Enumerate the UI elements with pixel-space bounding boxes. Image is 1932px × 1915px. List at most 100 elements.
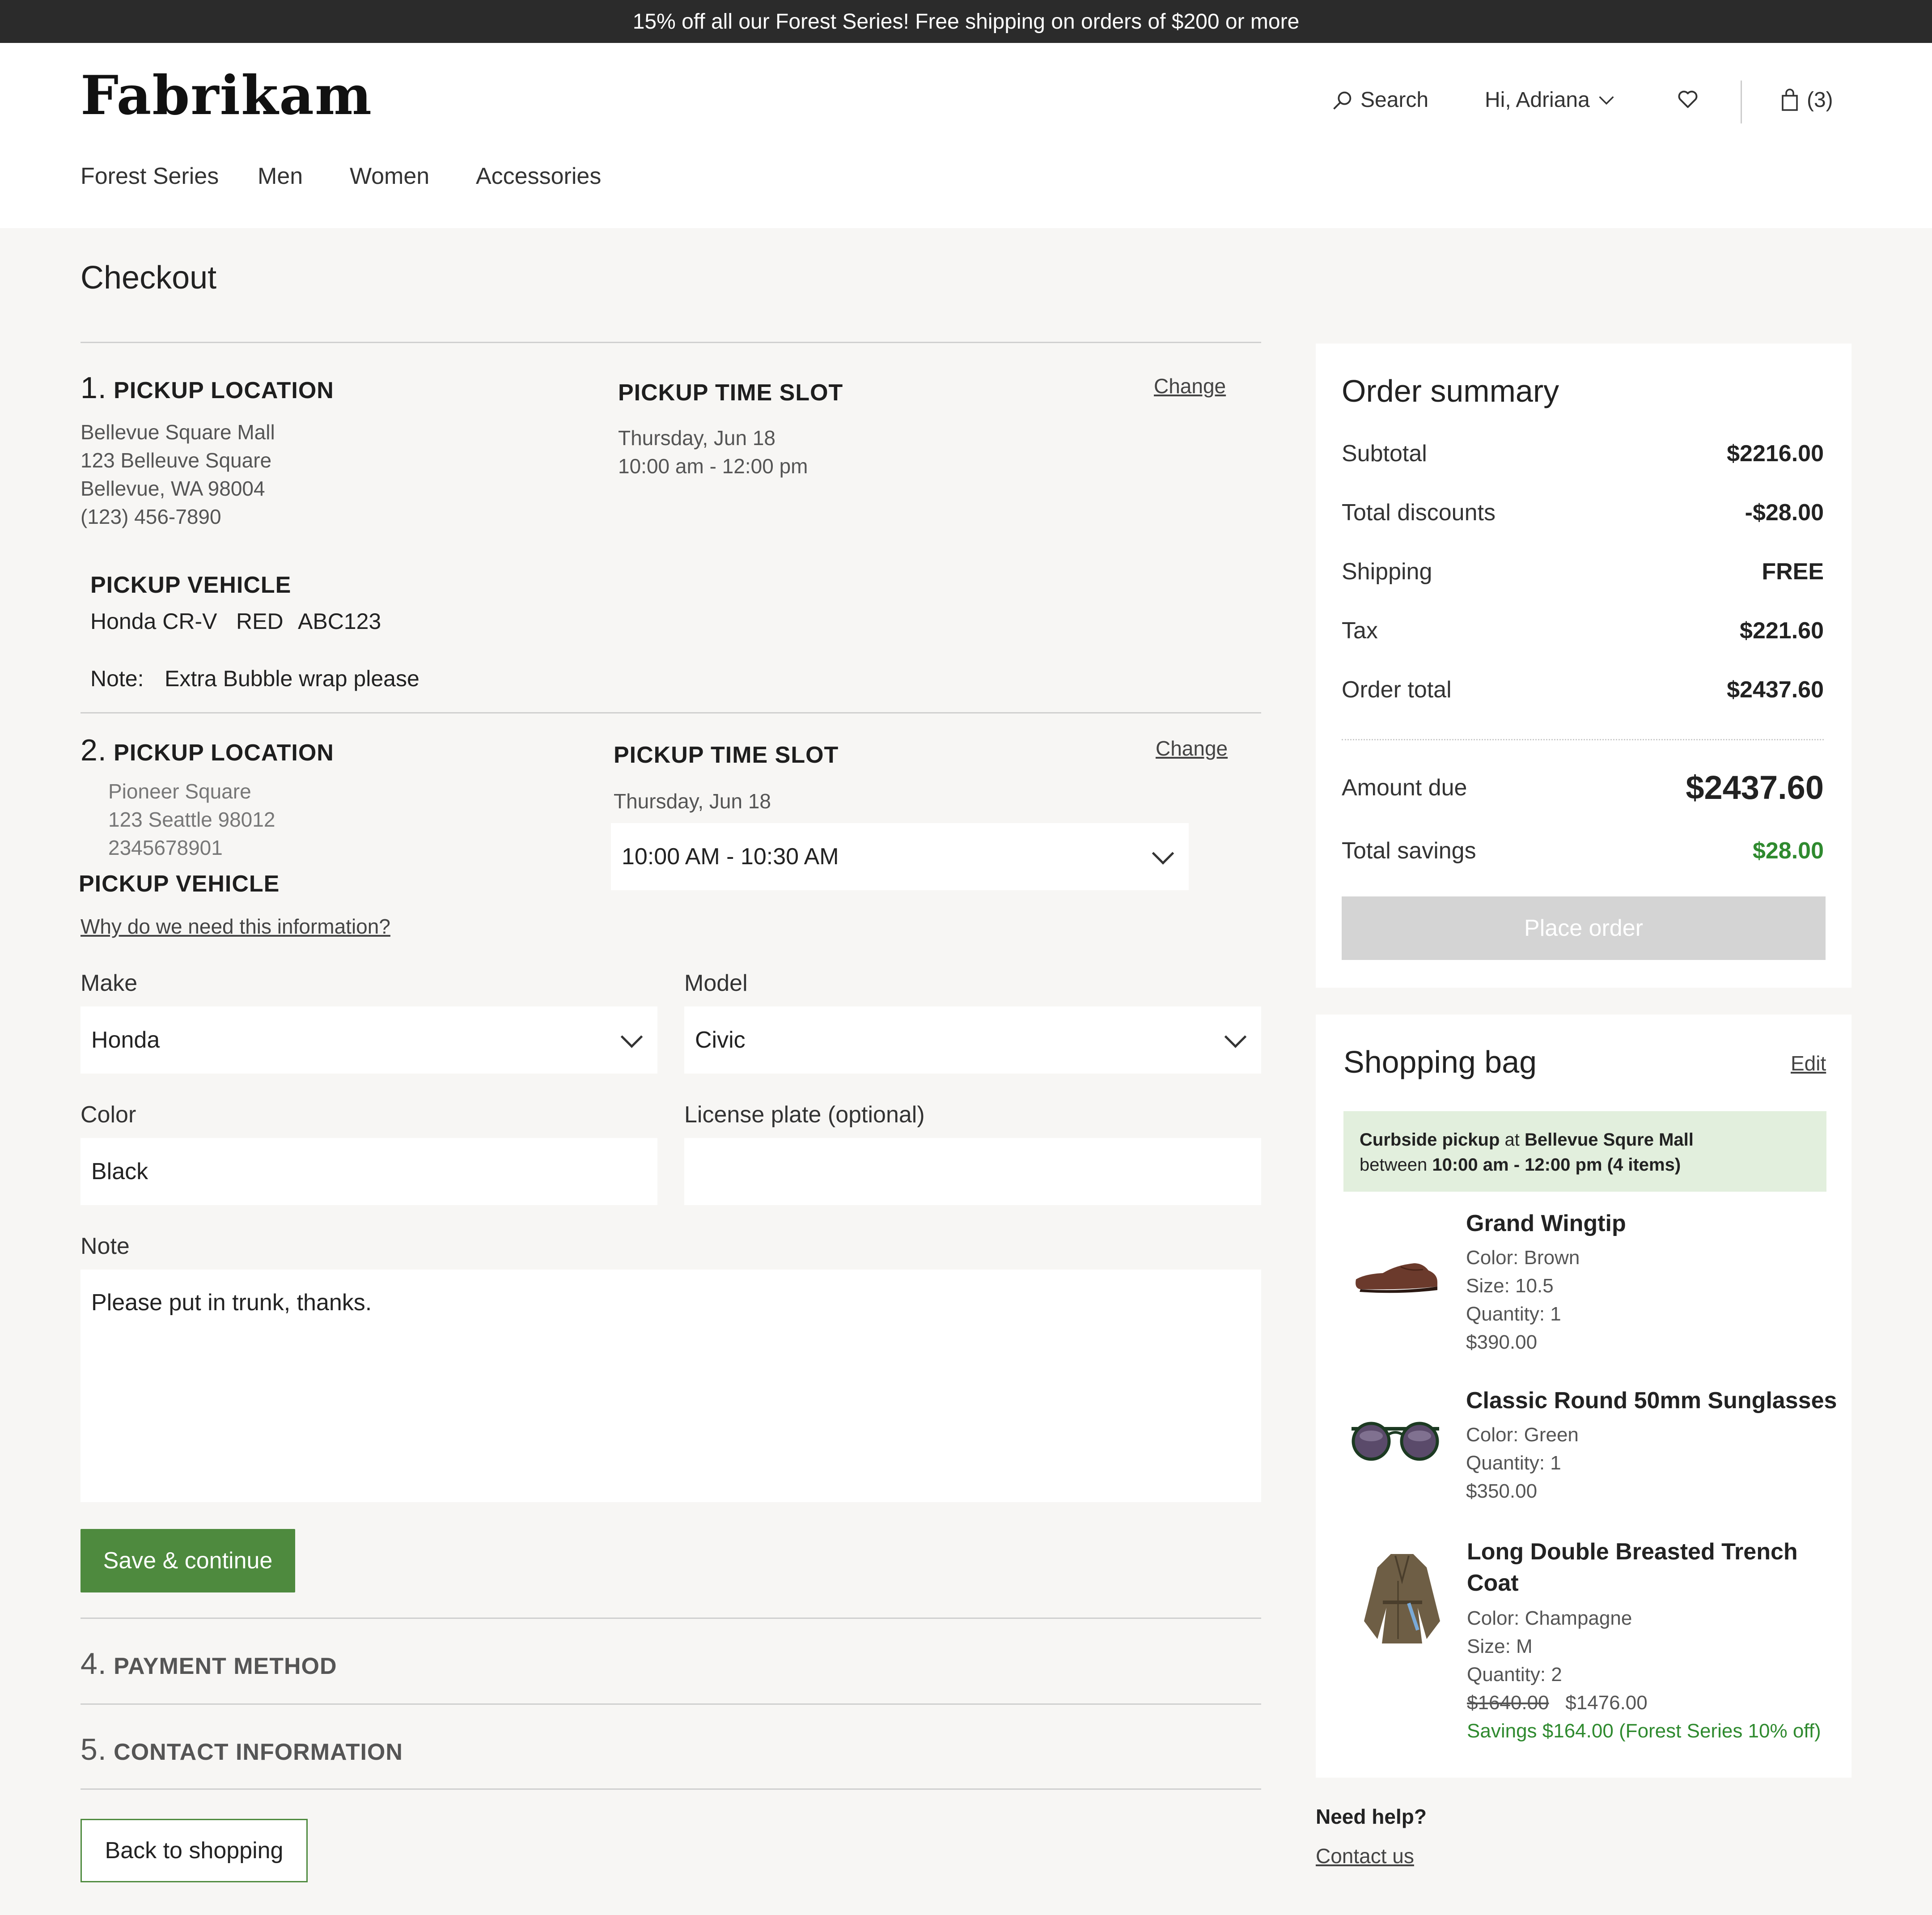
product-color: Color: Green xyxy=(1466,1424,1579,1446)
section1-vehicle-heading: PICKUP VEHICLE xyxy=(90,572,292,598)
nav-forest-series[interactable]: Forest Series xyxy=(80,163,219,190)
summary-label: Total discounts xyxy=(1342,500,1496,526)
header-divider xyxy=(1741,81,1742,123)
product-name-line: Coat xyxy=(1467,1570,1519,1596)
section2-change-link[interactable]: Change xyxy=(1156,736,1228,760)
heart-icon xyxy=(1678,90,1698,108)
summary-row-amount-due: Amount due $2437.60 xyxy=(1342,769,1824,807)
summary-divider xyxy=(1342,739,1824,740)
product-quantity: Quantity: 1 xyxy=(1466,1303,1561,1325)
summary-row-tax: Tax $221.60 xyxy=(1342,617,1824,644)
color-label: Color xyxy=(80,1102,136,1128)
color-value: Black xyxy=(91,1159,148,1185)
page-title: Checkout xyxy=(80,260,217,296)
nav-women[interactable]: Women xyxy=(350,163,429,190)
pickup-at: at xyxy=(1500,1130,1525,1150)
model-label: Model xyxy=(684,970,748,996)
why-info-link[interactable]: Why do we need this information? xyxy=(80,914,390,938)
make-select[interactable]: Honda xyxy=(80,1006,657,1074)
section1-heading: 1. PICKUP LOCATION xyxy=(80,370,334,405)
product-color: Color: Brown xyxy=(1466,1247,1580,1269)
timeslot-select[interactable]: 10:00 AM - 10:30 AM xyxy=(611,823,1189,890)
summary-label: Subtotal xyxy=(1342,441,1427,467)
note-textarea-value: Please put in trunk, thanks. xyxy=(91,1290,372,1316)
logo[interactable]: Fabrikam xyxy=(80,69,373,123)
save-continue-button[interactable]: Save & continue xyxy=(80,1529,295,1592)
shopping-bag-panel: Shopping bag Edit Curbside pickup at Bel… xyxy=(1316,1015,1852,1778)
section2-vehicle-heading: PICKUP VEHICLE xyxy=(79,871,280,897)
summary-row-discounts: Total discounts -$28.00 xyxy=(1342,499,1824,526)
pickup-prefix: Curbside pickup xyxy=(1360,1130,1500,1150)
summary-label: Order total xyxy=(1342,677,1452,703)
search-button[interactable]: Search xyxy=(1331,88,1428,112)
back-to-shopping-button[interactable]: Back to shopping xyxy=(80,1819,308,1882)
vehicle-plate: ABC123 xyxy=(298,609,381,634)
product-quantity: Quantity: 2 xyxy=(1467,1664,1562,1686)
amount-due-label: Amount due xyxy=(1342,774,1467,801)
trench-coat-image xyxy=(1364,1554,1440,1643)
address-phone: 2345678901 xyxy=(108,836,223,859)
wingtip-shoe-image xyxy=(1356,1263,1437,1293)
model-value: Civic xyxy=(695,1027,746,1053)
summary-row-savings: Total savings $28.00 xyxy=(1342,837,1824,864)
product-name[interactable]: Classic Round 50mm Sunglasses xyxy=(1466,1385,1837,1416)
place-order-button[interactable]: Place order xyxy=(1342,896,1826,960)
summary-row-shipping: Shipping FREE xyxy=(1342,558,1824,585)
product-price: $350.00 xyxy=(1466,1480,1538,1502)
pickup-between: between xyxy=(1360,1155,1432,1175)
chevron-down-icon xyxy=(1599,96,1614,105)
nav-accessories[interactable]: Accessories xyxy=(476,163,601,190)
summary-value: $2437.60 xyxy=(1727,677,1824,703)
address-line: 123 Seattle 98012 xyxy=(108,808,275,831)
chevron-down-icon xyxy=(620,1026,643,1048)
section2-timeslot-date: Thursday, Jun 18 xyxy=(614,790,771,813)
timeslot-time: 10:00 am - 12:00 pm xyxy=(618,454,808,478)
address-line: Bellevue, WA 98004 xyxy=(80,477,265,500)
pickup-window: 10:00 am - 12:00 pm (4 items) xyxy=(1432,1155,1681,1175)
summary-value: -$28.00 xyxy=(1745,500,1824,526)
product-size: Size: 10.5 xyxy=(1466,1275,1554,1297)
help-title: Need help? xyxy=(1316,1805,1427,1828)
promo-banner: 15% off all our Forest Series! Free ship… xyxy=(0,0,1932,43)
divider xyxy=(80,712,1261,713)
section2-timeslot-heading: PICKUP TIME SLOT xyxy=(614,742,839,768)
product-old-price: $1640.00 xyxy=(1467,1692,1549,1714)
product-name[interactable]: Grand Wingtip xyxy=(1466,1208,1626,1239)
product-price: $1476.00 xyxy=(1565,1692,1648,1714)
vehicle-model: Honda CR-V xyxy=(90,609,217,634)
section1-change-link[interactable]: Change xyxy=(1154,374,1226,398)
product-prices: $1640.00 $1476.00 xyxy=(1467,1689,1821,1717)
nav-men[interactable]: Men xyxy=(258,163,303,190)
product-savings: Savings $164.00 (Forest Series 10% off) xyxy=(1467,1720,1821,1742)
product-name[interactable]: Long Double Breasted Trench Coat xyxy=(1467,1536,1798,1599)
license-plate-input[interactable] xyxy=(684,1138,1261,1205)
pickup-banner: Curbside pickup at Bellevue Squre Mall b… xyxy=(1343,1111,1826,1192)
product-color: Color: Champagne xyxy=(1467,1607,1632,1629)
model-select[interactable]: Civic xyxy=(684,1006,1261,1074)
chevron-down-icon xyxy=(1152,842,1174,865)
bag-edit-link[interactable]: Edit xyxy=(1791,1051,1826,1075)
section1-timeslot: Thursday, Jun 18 10:00 am - 12:00 pm xyxy=(618,424,808,480)
site-header: Fabrikam Search Hi, Adriana (3) Forest S… xyxy=(0,43,1932,228)
color-input[interactable]: Black xyxy=(80,1138,657,1205)
product-name-line: Long Double Breasted Trench xyxy=(1467,1539,1798,1565)
contact-us-link[interactable]: Contact us xyxy=(1316,1844,1414,1868)
savings-value: $28.00 xyxy=(1752,838,1824,864)
product-details: Color: Green Quantity: 1 $350.00 xyxy=(1466,1421,1579,1505)
summary-row-subtotal: Subtotal $2216.00 xyxy=(1342,440,1824,467)
section4-number: 4. xyxy=(80,1647,107,1681)
account-menu[interactable]: Hi, Adriana xyxy=(1485,88,1617,112)
note-label: Note: xyxy=(90,666,144,691)
product-size: Size: M xyxy=(1467,1635,1533,1657)
divider xyxy=(80,1618,1261,1619)
section2-heading: 2. PICKUP LOCATION xyxy=(80,733,334,768)
note-textarea[interactable]: Please put in trunk, thanks. xyxy=(80,1270,1261,1502)
divider xyxy=(80,342,1261,343)
bag-button[interactable]: (3) xyxy=(1779,88,1833,112)
section5-heading[interactable]: 5. CONTACT INFORMATION xyxy=(80,1732,403,1767)
address-line: Bellevue Square Mall xyxy=(80,420,275,444)
section4-heading[interactable]: 4. PAYMENT METHOD xyxy=(80,1646,337,1681)
vehicle-color: RED xyxy=(236,609,284,634)
wishlist-button[interactable] xyxy=(1676,88,1699,111)
sunglasses-image xyxy=(1352,1422,1439,1461)
